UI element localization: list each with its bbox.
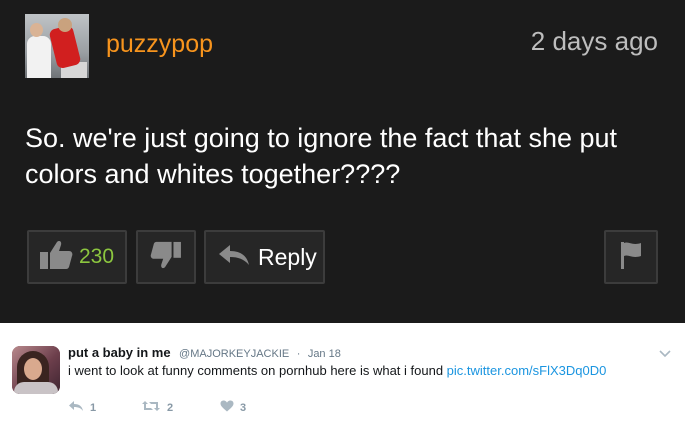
flag-button[interactable] xyxy=(604,230,658,284)
tweet-author-handle[interactable]: @MAJORKEYJACKIE xyxy=(179,348,289,360)
like-button[interactable]: 230 xyxy=(27,230,127,284)
tweet-date[interactable]: Jan 18 xyxy=(308,348,341,360)
reply-arrow-icon xyxy=(218,244,250,271)
flag-icon xyxy=(619,240,643,275)
tweet-retweet-count: 2 xyxy=(167,401,174,414)
heart-icon xyxy=(220,400,234,415)
tweet-reply-count: 1 xyxy=(90,401,97,414)
dislike-button[interactable] xyxy=(136,230,196,284)
tweet-author-avatar[interactable] xyxy=(12,346,60,394)
tweet-card[interactable]: put a baby in me @MAJORKEYJACKIE · Jan 1… xyxy=(0,323,685,429)
comment-username[interactable]: puzzypop xyxy=(106,30,213,58)
like-count: 230 xyxy=(79,245,115,268)
tweet-author-name[interactable]: put a baby in me xyxy=(68,345,171,360)
thumbs-down-icon xyxy=(150,241,182,274)
tweet-media-link[interactable]: pic.twitter.com/sFlX3Dq0D0 xyxy=(447,363,607,378)
tweet-header: put a baby in me @MAJORKEYJACKIE · Jan 1… xyxy=(68,346,341,361)
tweet-retweet-button[interactable]: 2 xyxy=(141,400,173,415)
avatar-figure-head xyxy=(30,23,43,37)
tweet-reply-button[interactable]: 1 xyxy=(68,400,96,415)
thumbs-up-icon xyxy=(39,240,73,275)
tweet-text-body: i went to look at funny comments on porn… xyxy=(68,363,447,378)
chevron-down-icon[interactable] xyxy=(659,345,671,363)
comment-card: puzzypop 2 days ago So. we're just going… xyxy=(0,0,685,323)
avatar-figure-head-2 xyxy=(58,18,72,32)
reply-icon xyxy=(68,400,84,415)
comment-text: So. we're just going to ignore the fact … xyxy=(25,123,618,189)
avatar-figure-body xyxy=(27,36,51,78)
avatar-face xyxy=(24,358,42,380)
comment-timestamp: 2 days ago xyxy=(530,26,658,56)
commenter-avatar[interactable] xyxy=(25,14,89,78)
reply-button[interactable]: Reply xyxy=(204,230,325,284)
tweet-like-count: 3 xyxy=(240,401,247,414)
tweet-separator: · xyxy=(296,348,301,360)
tweet-text: i went to look at funny comments on porn… xyxy=(68,363,668,379)
retweet-icon xyxy=(141,400,161,415)
avatar-shirt xyxy=(14,382,58,394)
reply-label: Reply xyxy=(258,243,317,270)
tweet-like-button[interactable]: 3 xyxy=(220,400,246,415)
